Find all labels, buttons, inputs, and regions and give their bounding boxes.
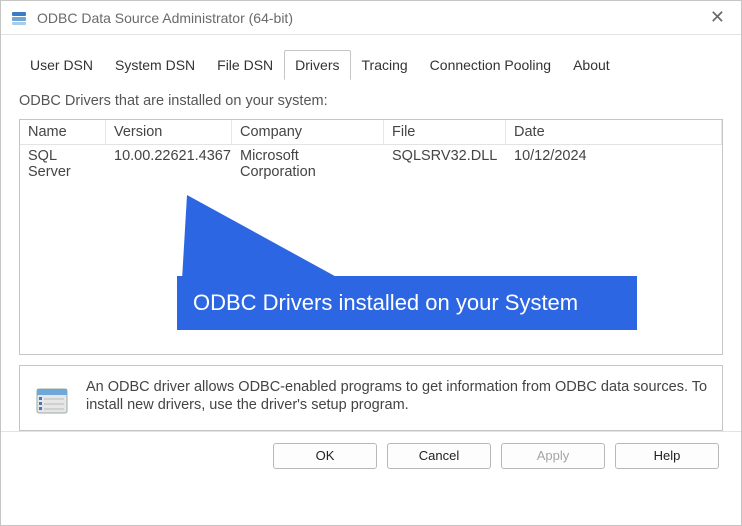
tab-panel-drivers: ODBC Drivers that are installed on your … — [19, 79, 723, 431]
column-header-company[interactable]: Company — [232, 120, 384, 144]
dialog-footer: OK Cancel Apply Help — [1, 431, 741, 479]
cancel-button[interactable]: Cancel — [387, 443, 491, 469]
tab-drivers[interactable]: Drivers — [284, 50, 350, 80]
window-title: ODBC Data Source Administrator (64-bit) — [37, 10, 704, 26]
tab-user-dsn[interactable]: User DSN — [19, 50, 104, 80]
calendar-datasource-icon — [34, 382, 70, 418]
drivers-intro-label: ODBC Drivers that are installed on your … — [19, 93, 723, 109]
tab-file-dsn[interactable]: File DSN — [206, 50, 284, 80]
listview-header: Name Version Company File Date — [20, 120, 722, 145]
tab-connection-pooling[interactable]: Connection Pooling — [419, 50, 562, 80]
column-header-file[interactable]: File — [384, 120, 506, 144]
column-header-date[interactable]: Date — [506, 120, 722, 144]
cell-version: 10.00.22621.4367 — [106, 145, 232, 183]
cell-company: Microsoft Corporation — [232, 145, 384, 183]
titlebar: ODBC Data Source Administrator (64-bit) … — [1, 1, 741, 35]
info-box: An ODBC driver allows ODBC-enabled progr… — [19, 365, 723, 431]
annotation-label: ODBC Drivers installed on your System — [193, 290, 578, 316]
close-button[interactable]: ✕ — [704, 7, 731, 28]
help-button[interactable]: Help — [615, 443, 719, 469]
tab-system-dsn[interactable]: System DSN — [104, 50, 206, 80]
odbc-icon — [11, 10, 27, 26]
column-header-version[interactable]: Version — [106, 120, 232, 144]
column-header-name[interactable]: Name — [20, 120, 106, 144]
apply-button: Apply — [501, 443, 605, 469]
cell-file: SQLSRV32.DLL — [384, 145, 506, 183]
ok-button[interactable]: OK — [273, 443, 377, 469]
table-row[interactable]: SQL Server 10.00.22621.4367 Microsoft Co… — [20, 145, 722, 183]
tab-tracing[interactable]: Tracing — [351, 50, 419, 80]
cell-name: SQL Server — [20, 145, 106, 183]
tabstrip: User DSN System DSN File DSN Drivers Tra… — [19, 49, 723, 79]
annotation-callout: ODBC Drivers installed on your System — [177, 276, 637, 330]
tab-about[interactable]: About — [562, 50, 621, 80]
cell-date: 10/12/2024 — [506, 145, 722, 183]
info-text: An ODBC driver allows ODBC-enabled progr… — [86, 378, 708, 418]
